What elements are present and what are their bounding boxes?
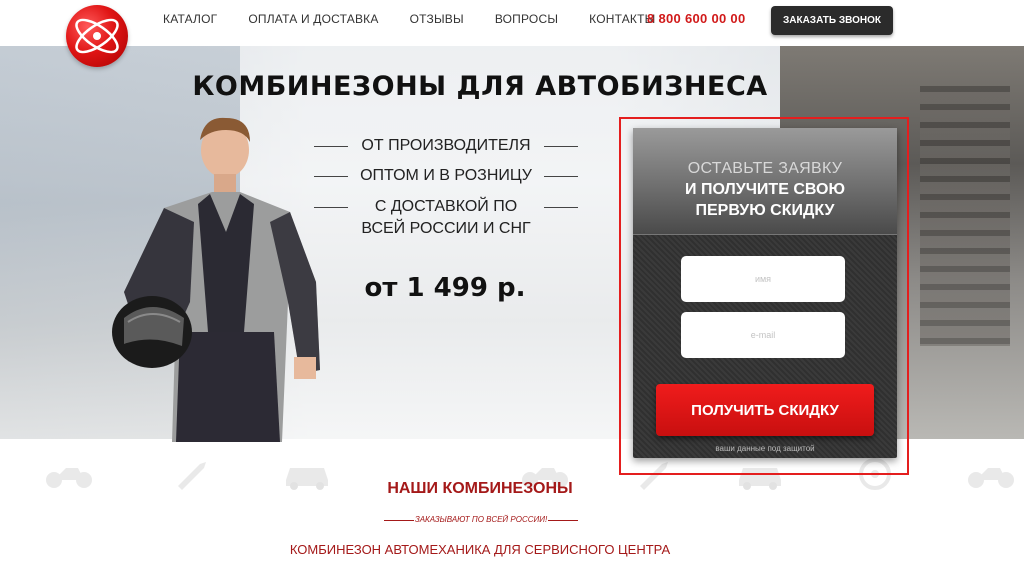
section-subtitle: ЗАКАЗЫВАЮТ ПО ВСЕЙ РОССИИ!	[384, 515, 578, 524]
header: КАТАЛОГ ОПЛАТА И ДОСТАВКА ОТЗЫВЫ ВОПРОСЫ…	[0, 0, 1024, 46]
logo-icon	[75, 18, 119, 54]
secure-note: ваши данные под защитой	[715, 444, 815, 453]
section-title: НАШИ КОМБИНЕЗОНЫ	[387, 480, 573, 497]
feature-text: ОПТОМ И В РОЗНИЦУ	[360, 167, 532, 184]
feature-text: ВСЕЙ РОССИИ И СНГ	[361, 220, 531, 237]
form-heading-line3: ПЕРВУЮ СКИДКУ	[695, 202, 835, 219]
feature-item: ОПТОМ И В РОЗНИЦУ	[314, 165, 578, 187]
section-subtitle-text: ЗАКАЗЫВАЮТ ПО ВСЕЙ РОССИИ!	[414, 515, 548, 524]
landing-page: КАТАЛОГ ОПЛАТА И ДОСТАВКА ОТЗЫВЫ ВОПРОСЫ…	[0, 0, 1024, 561]
feature-item: ВСЕЙ РОССИИ И СНГ	[314, 218, 578, 240]
feature-text: ОТ ПРОИЗВОДИТЕЛЯ	[361, 137, 531, 154]
feature-text: С ДОСТАВКОЙ ПО	[374, 198, 518, 215]
discount-form: ОСТАВЬТЕ ЗАЯВКУ И ПОЛУЧИТЕ СВОЮ ПЕРВУЮ С…	[633, 128, 897, 458]
nav-payment-delivery[interactable]: ОПЛАТА И ДОСТАВКА	[248, 12, 378, 26]
order-call-button[interactable]: ЗАКАЗАТЬ ЗВОНОК	[771, 6, 893, 35]
nav-contacts[interactable]: КОНТАКТЫ	[589, 12, 655, 26]
feature-item: С ДОСТАВКОЙ ПО	[314, 196, 578, 218]
main-nav: КАТАЛОГ ОПЛАТА И ДОСТАВКА ОТЗЫВЫ ВОПРОСЫ…	[163, 12, 686, 26]
hero-title: КОМБИНЕЗОНЫ ДЛЯ АВТОБИЗНЕСА	[0, 71, 960, 102]
subtitle-line	[384, 520, 414, 521]
feature-line	[544, 146, 578, 147]
name-input[interactable]	[681, 256, 845, 302]
get-discount-button[interactable]: ПОЛУЧИТЬ СКИДКУ	[656, 384, 874, 436]
feature-item: ОТ ПРОИЗВОДИТЕЛЯ	[314, 135, 578, 157]
nav-catalog[interactable]: КАТАЛОГ	[163, 12, 217, 26]
motorcycle-icon	[968, 468, 1014, 488]
mechanic-image	[112, 117, 320, 442]
feature-line	[314, 176, 348, 177]
nav-reviews[interactable]: ОТЗЫВЫ	[410, 12, 464, 26]
logo[interactable]	[66, 5, 128, 67]
form-heading-line1: ОСТАВЬТЕ ЗАЯВКУ	[687, 160, 843, 177]
hero-title-text: КОМБИНЕЗОНЫ ДЛЯ АВТОБИЗНЕСА	[192, 71, 768, 102]
nav-questions[interactable]: ВОПРОСЫ	[495, 12, 558, 26]
feature-line	[314, 207, 348, 208]
feature-line	[314, 146, 348, 147]
form-heading-line2: И ПОЛУЧИТЕ СВОЮ	[685, 181, 845, 198]
feature-line	[544, 176, 578, 177]
phone-number[interactable]: 8 800 600 00 00	[647, 11, 745, 26]
product-title[interactable]: КОМБИНЕЗОН АВТОМЕХАНИКА ДЛЯ СЕРВИСНОГО Ц…	[0, 542, 960, 557]
subtitle-line	[548, 520, 578, 521]
feature-line	[544, 207, 578, 208]
price: от 1 499 р.	[364, 273, 526, 303]
form-header: ОСТАВЬТЕ ЗАЯВКУ И ПОЛУЧИТЕ СВОЮ ПЕРВУЮ С…	[633, 128, 897, 235]
email-input[interactable]	[681, 312, 845, 358]
